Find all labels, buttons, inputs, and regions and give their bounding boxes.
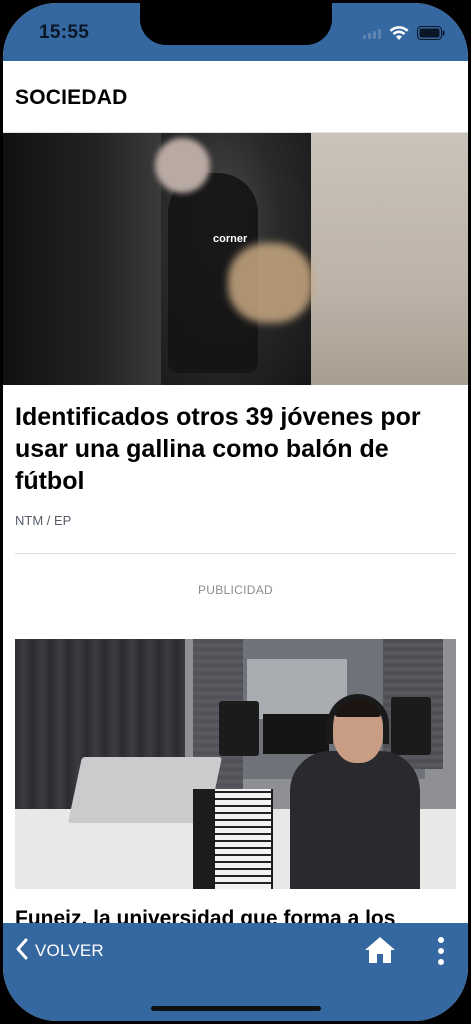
- notch: [140, 3, 332, 45]
- signal-icon: [363, 27, 381, 39]
- divider: [15, 553, 456, 554]
- back-button[interactable]: VOLVER: [15, 937, 104, 965]
- wifi-icon: [389, 25, 409, 41]
- article-source: NTM / EP: [15, 513, 72, 528]
- device-frame: 15:55 SOCIEDAD corner Identificados otro…: [0, 0, 471, 1024]
- section-header: SOCIEDAD: [3, 61, 468, 133]
- image-caption-tag: corner: [213, 233, 248, 245]
- screen: 15:55 SOCIEDAD corner Identificados otro…: [3, 3, 468, 1021]
- section-title: SOCIEDAD: [15, 86, 128, 109]
- status-icons: [363, 23, 445, 43]
- battery-icon: [417, 26, 445, 40]
- back-button-label: VOLVER: [35, 941, 104, 960]
- status-bar: 15:55: [3, 3, 468, 61]
- home-icon[interactable]: [363, 935, 397, 967]
- chevron-left-icon: [15, 938, 29, 965]
- article-title[interactable]: Identificados otros 39 jóvenes por usar …: [15, 401, 455, 497]
- status-time: 15:55: [39, 22, 90, 43]
- more-vertical-icon[interactable]: [431, 935, 451, 967]
- article-image[interactable]: corner: [3, 133, 468, 385]
- ad-label: PUBLICIDAD: [197, 583, 274, 597]
- home-indicator[interactable]: [151, 1006, 321, 1011]
- next-article-image[interactable]: [15, 639, 456, 889]
